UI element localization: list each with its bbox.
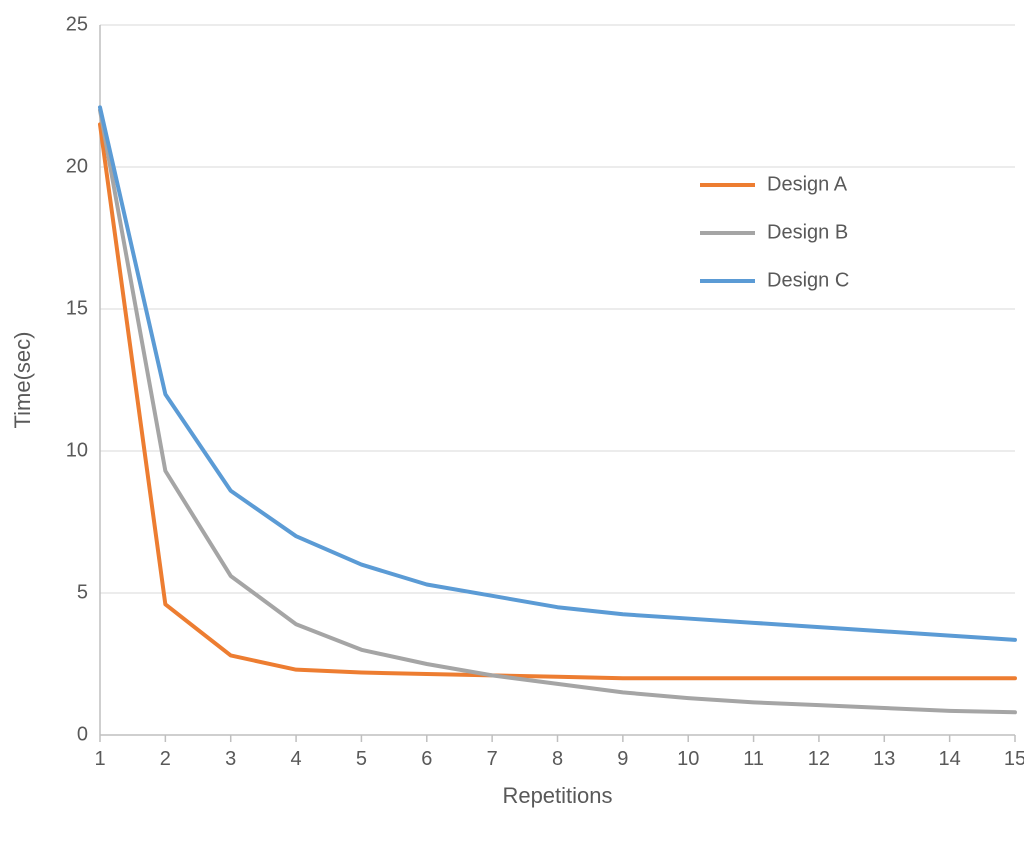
series-line-0 (100, 124, 1015, 678)
y-axis-title: Time(sec) (10, 332, 35, 429)
legend-label-1: Design B (767, 221, 848, 243)
x-tick-label: 1 (94, 748, 105, 770)
x-tick-label: 8 (552, 748, 563, 770)
x-tick-label: 6 (421, 748, 432, 770)
x-tick-label: 10 (677, 748, 699, 770)
x-tick-label: 9 (617, 748, 628, 770)
legend-label-0: Design A (767, 173, 848, 195)
x-tick-label: 2 (160, 748, 171, 770)
x-tick-label: 7 (487, 748, 498, 770)
series-line-2 (100, 107, 1015, 640)
y-tick-label: 10 (66, 439, 88, 461)
x-tick-label: 3 (225, 748, 236, 770)
x-tick-label: 14 (939, 748, 961, 770)
y-tick-label: 25 (66, 13, 88, 35)
x-tick-label: 15 (1004, 748, 1024, 770)
series-line-1 (100, 110, 1015, 712)
y-tick-label: 5 (77, 581, 88, 603)
x-tick-label: 4 (291, 748, 302, 770)
x-axis-title: Repetitions (502, 783, 612, 808)
line-chart: 0510152025123456789101112131415Repetitio… (0, 0, 1024, 846)
y-tick-label: 20 (66, 155, 88, 177)
y-tick-label: 0 (77, 723, 88, 745)
x-tick-label: 13 (873, 748, 895, 770)
chart-container: 0510152025123456789101112131415Repetitio… (0, 0, 1024, 846)
y-tick-label: 15 (66, 297, 88, 319)
x-tick-label: 12 (808, 748, 830, 770)
x-tick-label: 11 (743, 748, 764, 770)
x-tick-label: 5 (356, 748, 367, 770)
legend-label-2: Design C (767, 269, 849, 291)
